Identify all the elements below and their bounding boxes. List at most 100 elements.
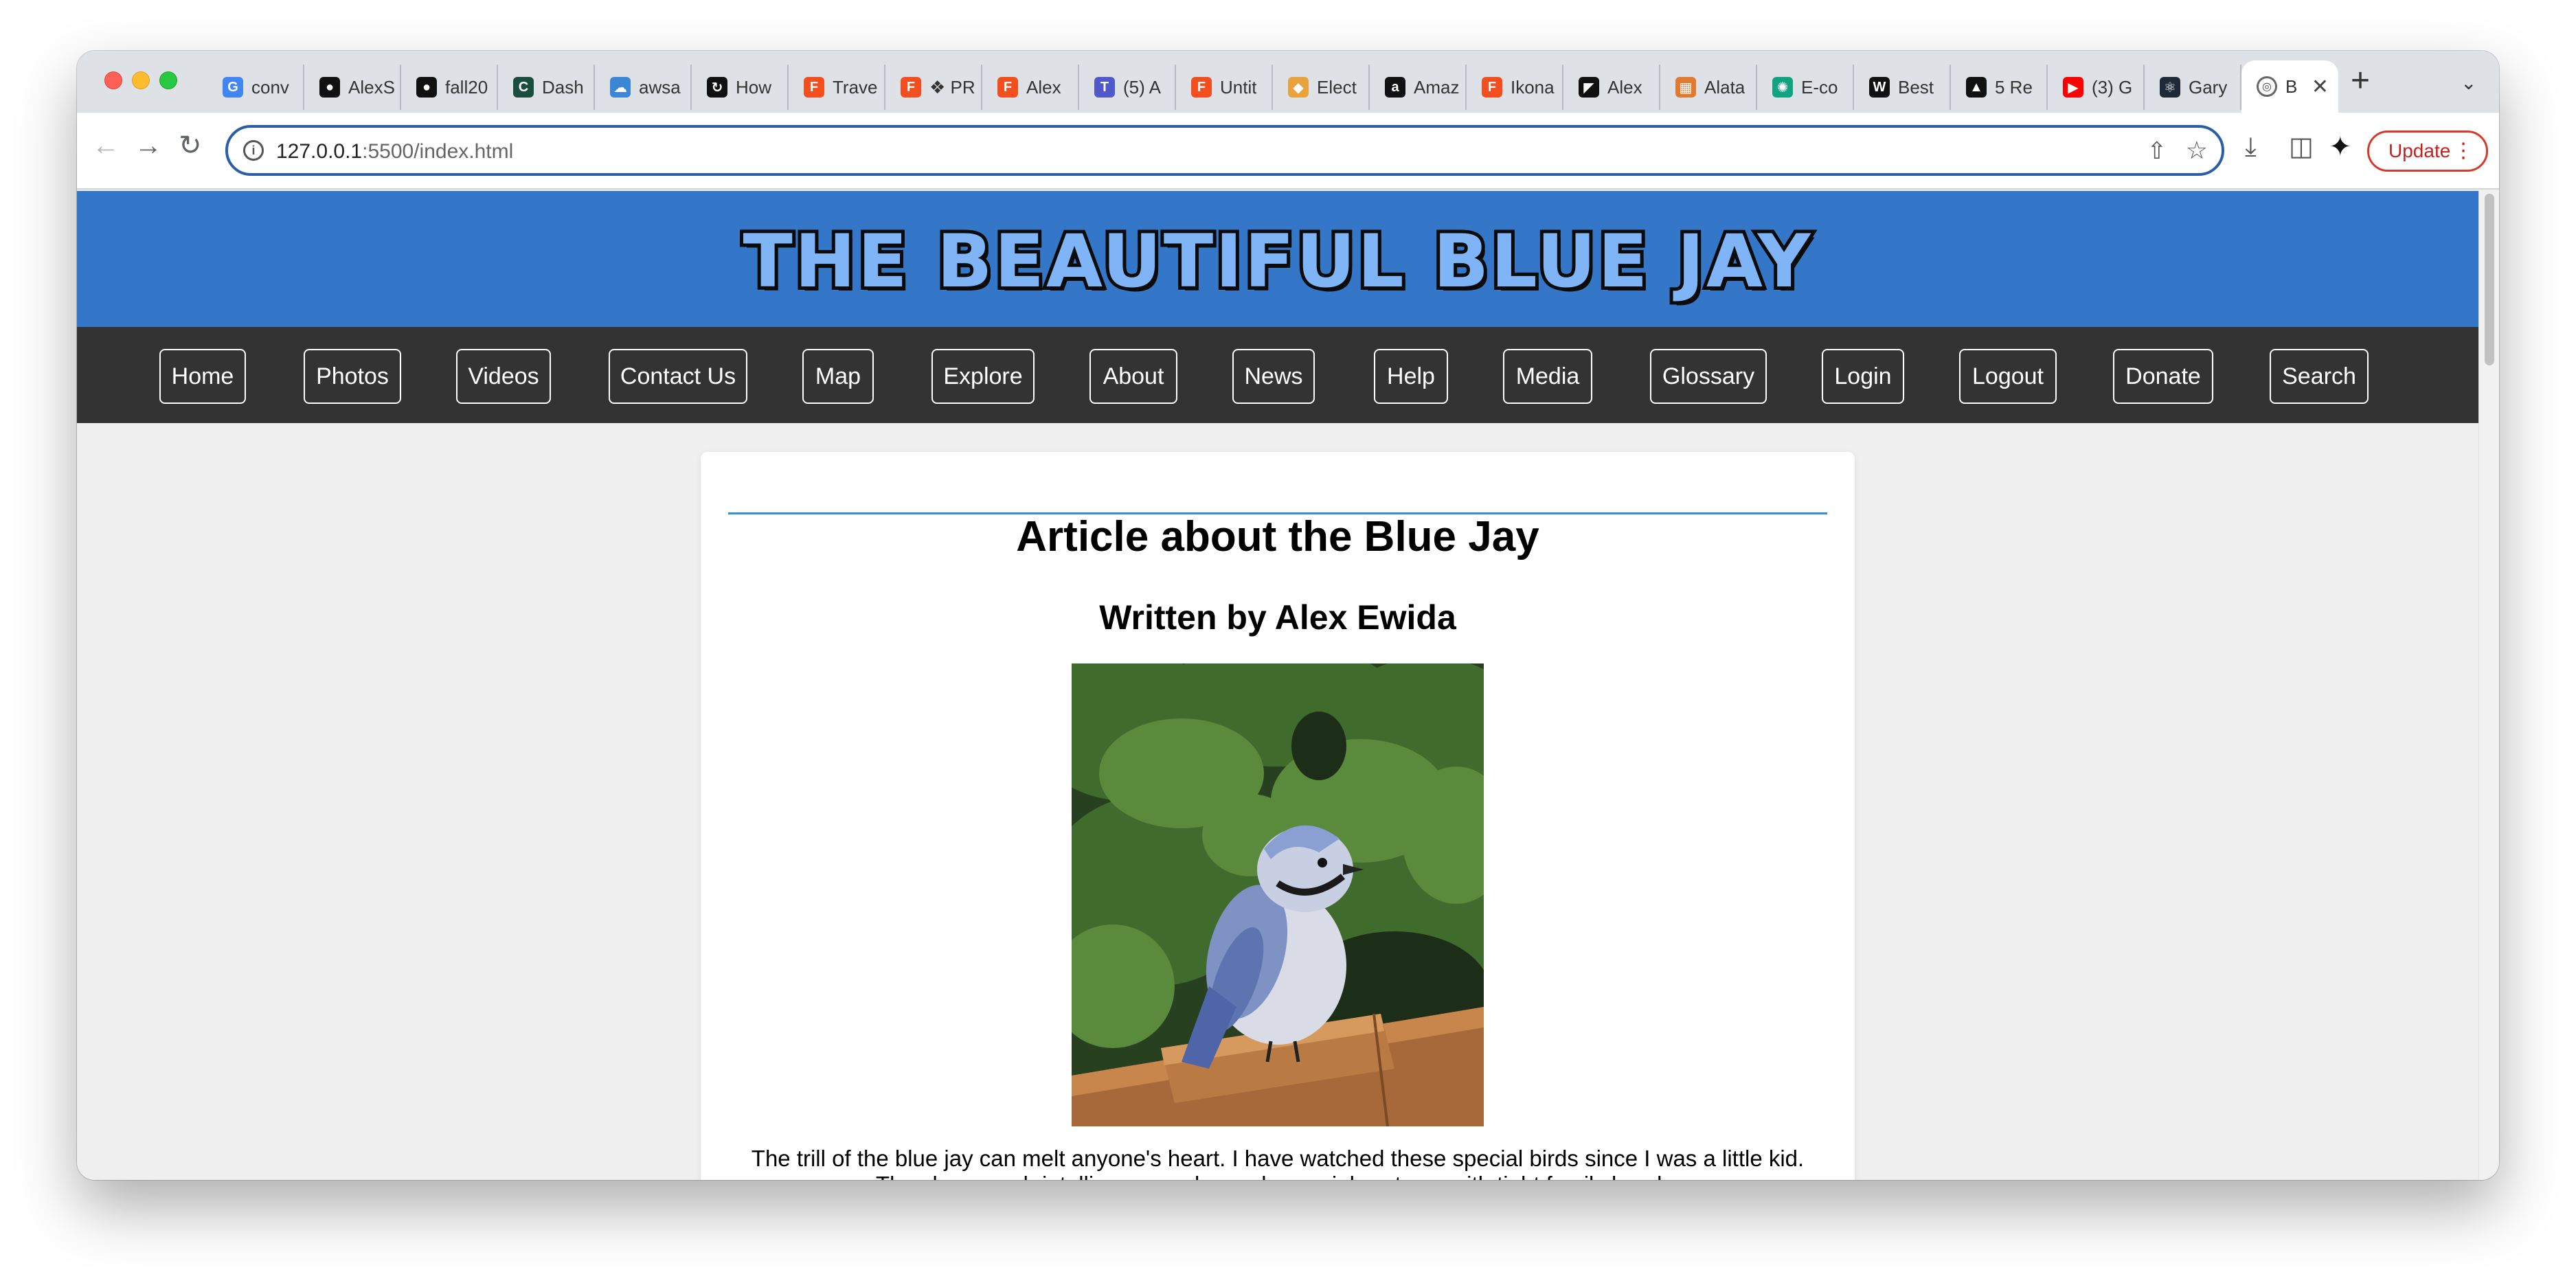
globe-icon: ◎ (2257, 76, 2277, 97)
address-bar[interactable]: i 127.0.0.1:5500/index.html ⇧ ☆ (225, 125, 2224, 176)
site-nav: Home Photos Videos Contact Us Map Explore Abou… (77, 327, 2478, 423)
browser-tab[interactable]: ☁ awsa (595, 65, 692, 110)
tab-label: Ikona (1511, 76, 1555, 98)
tab-label: ❖ PR (929, 76, 975, 98)
nav-explore-button[interactable]: Explore (931, 349, 1035, 404)
browser-tab[interactable]: ▶ (3) G (2048, 65, 2145, 110)
teams-icon: T (1094, 77, 1115, 98)
article-author: Written by Alex Ewida (1099, 598, 1456, 637)
extension-icon[interactable]: ✦ (2329, 133, 2352, 161)
figma-icon: F (1191, 77, 1212, 98)
browser-tab[interactable]: ▦ Alata (1660, 65, 1757, 110)
tab-label: (5) A (1123, 76, 1161, 98)
nav-login-button[interactable]: Login (1822, 349, 1904, 404)
browser-tab[interactable]: F Trave (789, 65, 885, 110)
browser-tab[interactable]: F Untit (1176, 65, 1273, 110)
amazon-icon: a (1385, 77, 1405, 98)
openai-icon: ✺ (1772, 77, 1793, 98)
bookmark-star-icon[interactable]: ☆ (2186, 136, 2208, 165)
nav-logout-button[interactable]: Logout (1959, 349, 2057, 404)
tab-label: Trave (833, 76, 878, 98)
nav-search-button[interactable]: Search (2270, 349, 2369, 404)
tab-label: Dash (542, 76, 584, 98)
browser-tab[interactable]: T (5) A (1079, 65, 1176, 110)
framer-icon: ◤ (1579, 77, 1599, 98)
reload-button[interactable]: ↻ (179, 132, 202, 159)
site-info-icon[interactable]: i (243, 140, 264, 161)
tab-label: Amaz (1414, 76, 1460, 98)
react-icon: ⚛ (2160, 77, 2180, 98)
close-window-button[interactable] (104, 71, 122, 89)
figma-icon: F (901, 77, 921, 98)
minimize-window-button[interactable] (132, 71, 150, 89)
figma-icon: F (1482, 77, 1502, 98)
google-icon: G (223, 77, 243, 98)
forward-button[interactable]: → (135, 132, 162, 159)
nav-news-button[interactable]: News (1232, 349, 1315, 404)
browser-tab[interactable]: ● AlexS (304, 65, 401, 110)
active-browser-tab[interactable]: ◎ B ✕ (2241, 60, 2338, 113)
cloud-icon: ☁ (610, 77, 631, 98)
figma-icon: F (804, 77, 824, 98)
tab-search-button[interactable]: ⌄ (2461, 71, 2476, 94)
browser-tab[interactable]: ◆ Elect (1273, 65, 1370, 110)
browser-toolbar: ← → ↻ i 127.0.0.1:5500/index.html ⇧ ☆ ⤓ … (77, 113, 2499, 190)
tab-label: Elect (1317, 76, 1357, 98)
scrollbar-thumb[interactable] (2485, 194, 2494, 365)
tab-label: Gary (2189, 76, 2228, 98)
browser-tab[interactable]: ↻ How (692, 65, 789, 110)
nav-videos-button[interactable]: Videos (456, 349, 551, 404)
tab-label: Alex (1607, 76, 1642, 98)
url-text[interactable]: 127.0.0.1:5500/index.html (276, 140, 513, 163)
github-icon: ● (416, 77, 437, 98)
nav-map-button[interactable]: Map (802, 349, 874, 404)
nav-about-button[interactable]: About (1089, 349, 1177, 404)
tab-label: (3) G (2092, 76, 2133, 98)
nav-home-button[interactable]: Home (159, 349, 246, 404)
update-button[interactable]: Update ⋮ (2367, 130, 2488, 172)
browser-tab[interactable]: ◤ Alex (1563, 65, 1660, 110)
page-scrollbar[interactable] (2478, 191, 2499, 1180)
browser-tab[interactable]: W Best (1854, 65, 1951, 110)
article-body: The trill of the blue jay can melt anyon… (751, 1146, 1805, 1180)
site-header: THE BEAUTIFUL BLUE JAY (77, 191, 2478, 327)
back-button[interactable]: ← (92, 132, 120, 159)
nav-donate-button[interactable]: Donate (2113, 349, 2213, 404)
download-icon[interactable]: ⤓ (2245, 133, 2257, 161)
page-viewport: THE BEAUTIFUL BLUE JAY Home Photos Videos C… (77, 191, 2478, 1180)
tab-label: 5 Re (1995, 76, 2033, 98)
tab-label: Alex (1026, 76, 1061, 98)
close-tab-icon[interactable]: ✕ (2312, 75, 2329, 99)
new-tab-button[interactable]: + (2351, 65, 2370, 98)
tab-label: Best (1898, 76, 1934, 98)
browser-tab[interactable]: a Amaz (1370, 65, 1467, 110)
tab-list: Gconv ● AlexS ● fall20 C Dash ☁ awsa ↻ How F Trave F ❖… (207, 60, 2338, 113)
browser-tab[interactable]: ⚛ Gary (2145, 65, 2241, 110)
nav-help-button[interactable]: Help (1374, 349, 1448, 404)
vercel-icon: ▲ (1966, 77, 1987, 98)
nav-contact-us-button[interactable]: Contact Us (609, 349, 747, 404)
browser-tab[interactable]: F ❖ PR (885, 65, 982, 110)
nav-media-button[interactable]: Media (1503, 349, 1592, 404)
browser-tab[interactable]: ● fall20 (401, 65, 498, 110)
article-card: Article about the Blue Jay Written by Al… (701, 452, 1855, 1180)
browser-tab[interactable]: C Dash (498, 65, 595, 110)
browser-tab[interactable]: F Ikona (1467, 65, 1563, 110)
browser-tab[interactable]: ✺ E-co (1757, 65, 1854, 110)
webflow-icon: W (1869, 77, 1890, 98)
browser-tab[interactable]: F Alex (982, 65, 1079, 110)
nav-glossary-button[interactable]: Glossary (1650, 349, 1767, 404)
side-panel-icon[interactable]: ◫ (2289, 133, 2314, 161)
update-label: Update (2388, 140, 2451, 161)
nav-photos-button[interactable]: Photos (304, 349, 401, 404)
menu-dots-icon[interactable]: ⋮ (2453, 133, 2474, 170)
tab-label: fall20 (445, 76, 488, 98)
browser-tab[interactable]: Gconv (207, 65, 304, 110)
figma-icon: F (997, 77, 1018, 98)
url-path: :5500/index.html (362, 140, 514, 163)
share-icon[interactable]: ⇧ (2147, 137, 2167, 165)
github-icon: ● (319, 77, 340, 98)
browser-tab[interactable]: ▲ 5 Re (1951, 65, 2048, 110)
maximize-window-button[interactable] (159, 71, 177, 89)
tab-label: conv (251, 76, 289, 98)
